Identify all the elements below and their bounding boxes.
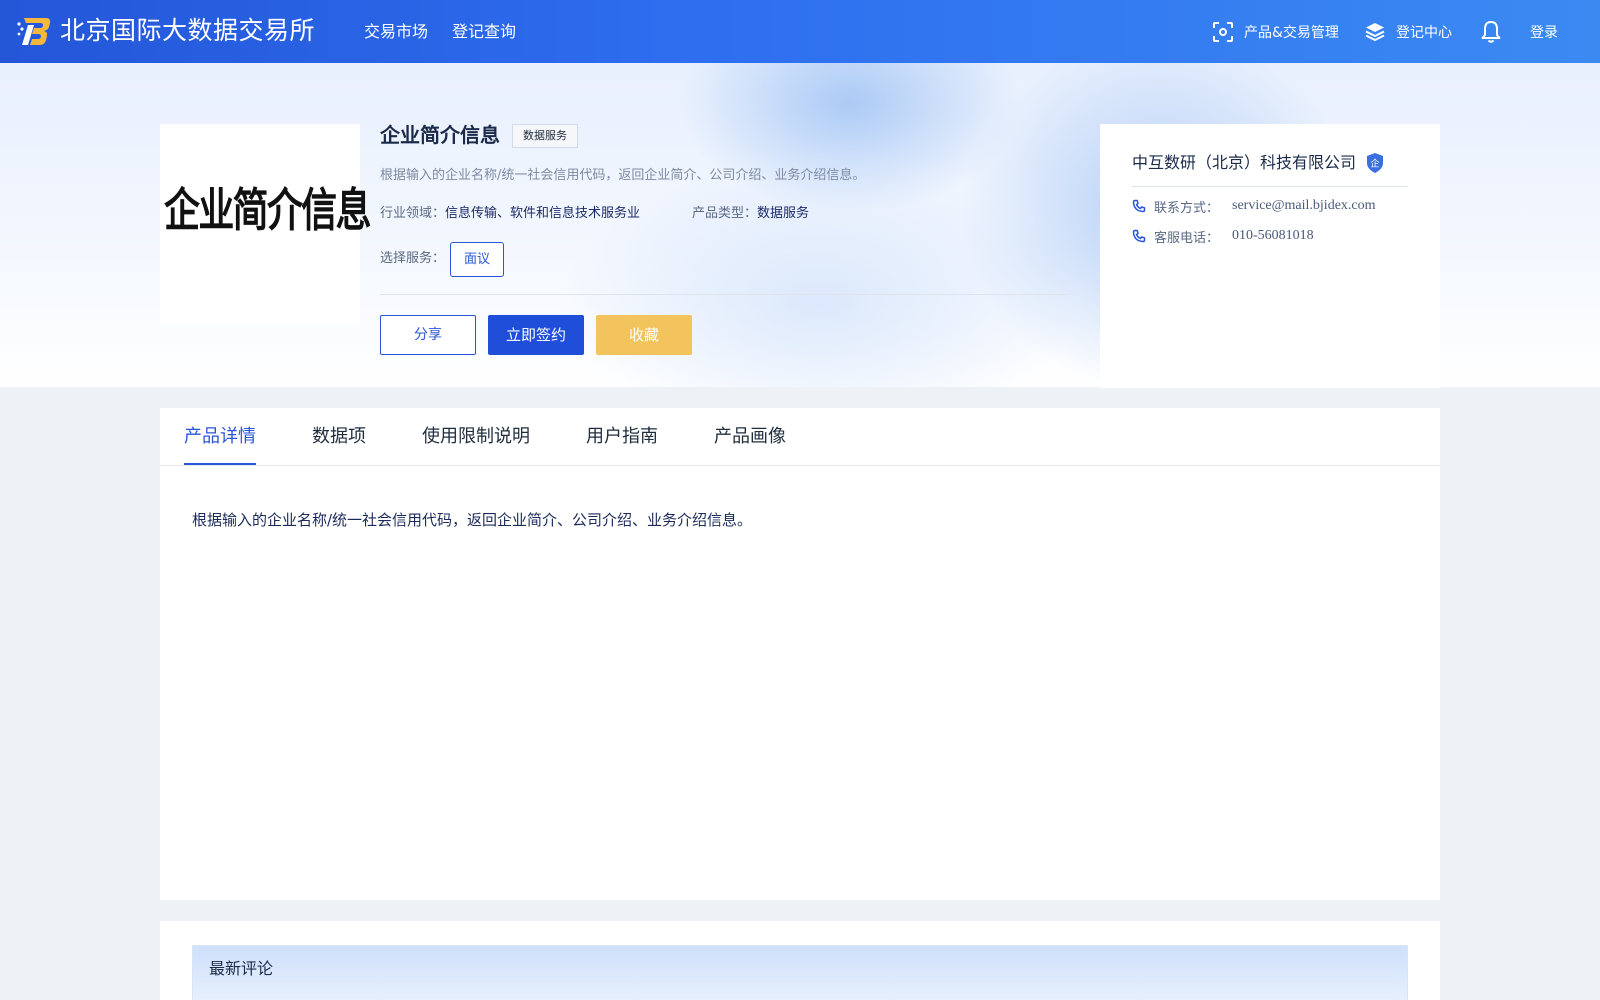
contact-label: 联系方式： [1154, 200, 1220, 216]
nav-register-center[interactable]: 登记中心 [1364, 18, 1452, 46]
tab-product-detail[interactable]: 产品详情 [184, 422, 256, 452]
comments-panel: 最新评论 [160, 921, 1440, 1000]
product-type-tag: 数据服务 [512, 124, 578, 148]
industry-value: 信息传输、软件和信息技术服务业 [445, 206, 641, 221]
product-thumbnail-text: 企业简介信息 [164, 183, 371, 237]
phone-label: 客服电话： [1154, 230, 1220, 246]
service-select-label: 选择服务： [380, 251, 446, 266]
tab-usage-restrictions[interactable]: 使用限制说明 [422, 422, 530, 452]
site-name[interactable]: 北京国际大数据交易所 [60, 14, 315, 48]
service-phone[interactable]: 010-56081018 [1232, 228, 1314, 244]
contact-email[interactable]: service@mail.bjidex.com [1232, 198, 1376, 214]
active-tab-indicator [184, 463, 256, 465]
share-button[interactable]: 分享 [380, 315, 476, 355]
phone-icon [1132, 229, 1146, 243]
tab-user-guide[interactable]: 用户指南 [586, 422, 658, 452]
company-name[interactable]: 中互数研（北京）科技有限公司 [1132, 150, 1356, 176]
favorite-button[interactable]: 收藏 [596, 315, 692, 355]
phone-icon [1132, 199, 1146, 213]
tab-data-items[interactable]: 数据项 [312, 422, 366, 452]
nav-trade-market[interactable]: 交易市场 [364, 20, 428, 44]
divider [1132, 186, 1408, 187]
industry-label: 行业领域： [380, 206, 446, 221]
bjidex-logo-icon[interactable] [16, 15, 52, 47]
product-title: 企业简介信息 [380, 123, 500, 147]
contact-phone-row: 客服电话： 010-56081018 [1132, 226, 1314, 246]
scan-frame-icon [1213, 22, 1233, 42]
nav-register-query[interactable]: 登记查询 [452, 20, 516, 44]
product-type-value: 数据服务 [757, 206, 810, 221]
register-center-label: 登记中心 [1396, 25, 1452, 41]
login-link[interactable]: 登录 [1530, 18, 1558, 46]
comments-title: 最新评论 [209, 959, 274, 978]
nav-product-trade-management[interactable]: 产品&交易管理 [1212, 18, 1339, 46]
contact-email-row: 联系方式： service@mail.bjidex.com [1132, 196, 1376, 216]
notifications-button[interactable] [1480, 18, 1512, 46]
tab-product-profile[interactable]: 产品画像 [714, 422, 786, 452]
product-description: 根据输入的企业名称/统一社会信用代码，返回企业简介、公司介绍、业务介绍信息。 [380, 168, 866, 183]
service-option-negotiable[interactable]: 面议 [450, 242, 504, 277]
comments-header: 最新评论 [192, 945, 1408, 1000]
product-thumbnail: 企业简介信息 [160, 124, 371, 324]
detail-tabs: 产品详情 数据项 使用限制说明 用户指南 产品画像 [160, 408, 1440, 466]
company-card: 中互数研（北京）科技有限公司 企 联系方式： service@mail.bjid… [1100, 124, 1440, 388]
layers-icon [1365, 23, 1385, 42]
bell-icon [1481, 21, 1501, 43]
product-type-label: 产品类型： [692, 206, 758, 221]
shield-icon: 企 [1365, 152, 1385, 178]
product-trade-label: 产品&交易管理 [1244, 25, 1339, 41]
product-detail-content: 根据输入的企业名称/统一社会信用代码，返回企业简介、公司介绍、业务介绍信息。 [192, 511, 753, 529]
industry-field: 行业领域：信息传输、软件和信息技术服务业 [380, 204, 640, 224]
product-detail-panel: 产品详情 数据项 使用限制说明 用户指南 产品画像 根据输入的企业名称/统一社会… [160, 408, 1440, 900]
company-badge-text: 企 [1370, 158, 1379, 170]
sign-now-button[interactable]: 立即签约 [488, 315, 584, 355]
product-type-field: 产品类型：数据服务 [692, 204, 809, 224]
divider [380, 294, 1068, 295]
top-navigation-bar: 北京国际大数据交易所 交易市场 登记查询 产品&交易管理 登记中心 登录 [0, 0, 1600, 63]
